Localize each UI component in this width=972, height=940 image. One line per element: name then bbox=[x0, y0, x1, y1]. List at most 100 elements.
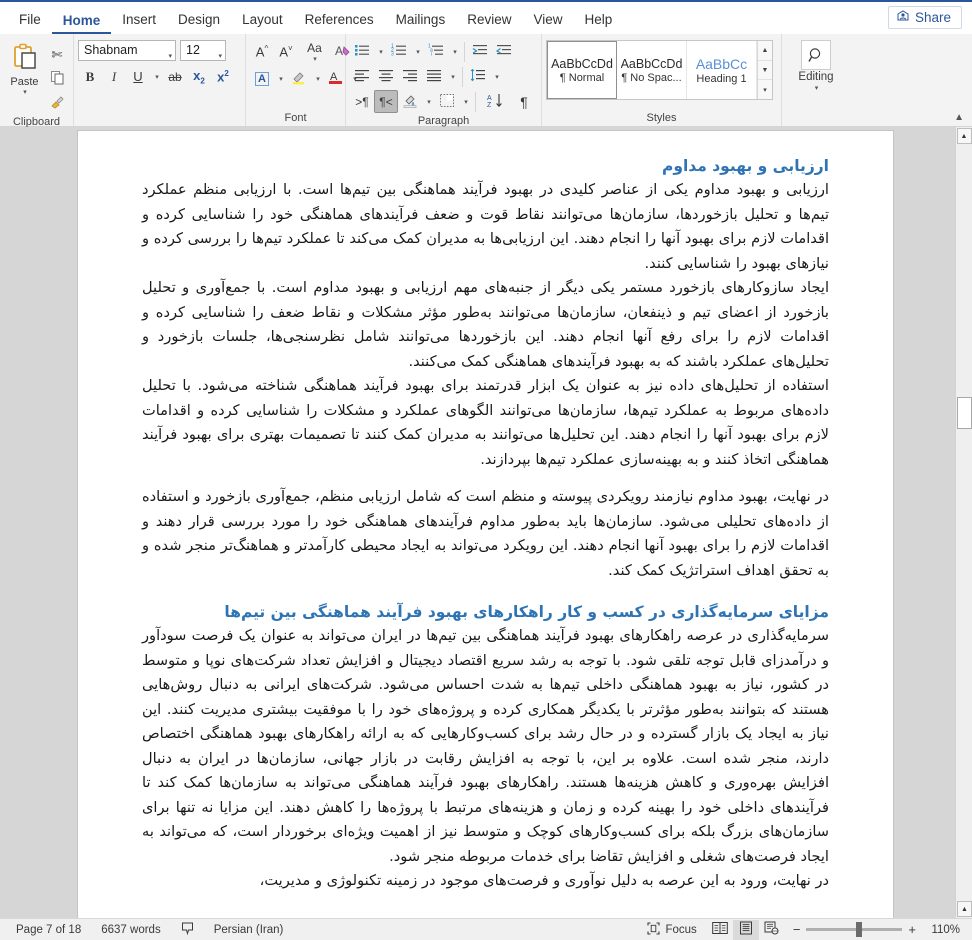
zoom-thumb[interactable] bbox=[856, 922, 863, 937]
borders-button[interactable] bbox=[435, 90, 459, 113]
tab-design[interactable]: Design bbox=[167, 8, 231, 34]
proofing-status[interactable] bbox=[171, 922, 204, 938]
increase-indent-button[interactable] bbox=[492, 40, 516, 63]
tab-insert[interactable]: Insert bbox=[111, 8, 167, 34]
styles-scroll-up-button[interactable]: ▲ bbox=[758, 41, 772, 61]
ribbon-group-font: Shabnam ▾ 12 ▾ B I U ▾ ab x2 x2 bbox=[74, 34, 246, 126]
tab-home[interactable]: Home bbox=[51, 9, 112, 34]
subscript-button[interactable]: x2 bbox=[187, 65, 211, 88]
align-center-button[interactable] bbox=[374, 65, 398, 88]
bullets-button[interactable] bbox=[350, 40, 374, 63]
divider bbox=[462, 66, 463, 87]
bold-button[interactable]: B bbox=[78, 65, 102, 88]
tab-layout[interactable]: Layout bbox=[231, 8, 294, 34]
strikethrough-button[interactable]: ab bbox=[163, 65, 187, 88]
page-indicator[interactable]: Page 7 of 18 bbox=[6, 924, 91, 936]
chevron-down-icon[interactable]: ▾ bbox=[23, 88, 27, 96]
tab-file[interactable]: File bbox=[8, 8, 52, 34]
paste-button[interactable]: Paste ▾ bbox=[4, 40, 45, 102]
zoom-level[interactable]: 110% bbox=[924, 924, 966, 936]
justify-options-button[interactable]: ▾ bbox=[446, 65, 459, 88]
tab-mailings[interactable]: Mailings bbox=[385, 8, 457, 34]
underline-button[interactable]: U bbox=[126, 65, 150, 88]
styles-more-button[interactable]: ▾ bbox=[758, 80, 772, 100]
borders-options-button[interactable]: ▾ bbox=[459, 90, 472, 113]
read-mode-button[interactable] bbox=[707, 920, 733, 940]
tab-review[interactable]: Review bbox=[456, 8, 522, 34]
tab-view[interactable]: View bbox=[522, 8, 573, 34]
style-heading-1[interactable]: AaBbCc Heading 1 bbox=[687, 41, 757, 99]
editing-button[interactable]: Editing ▾ bbox=[791, 40, 841, 100]
numbering-button[interactable]: 1 2 3 bbox=[387, 40, 411, 63]
underline-options-button[interactable]: ▾ bbox=[150, 65, 163, 88]
chevron-down-icon[interactable]: ▾ bbox=[815, 84, 819, 92]
word-count[interactable]: 6637 words bbox=[91, 924, 170, 936]
text-effects-icon: A bbox=[255, 71, 269, 86]
highlight-options-button[interactable]: ▾ bbox=[311, 67, 324, 90]
chevron-down-icon[interactable]: ▾ bbox=[168, 47, 172, 60]
vertical-scrollbar[interactable]: ▲ ▲ bbox=[955, 127, 972, 918]
zoom-in-button[interactable]: + bbox=[908, 922, 916, 937]
shading-options-button[interactable]: ▾ bbox=[422, 90, 435, 113]
scroll-down-button[interactable]: ▲ bbox=[957, 901, 972, 917]
italic-button[interactable]: I bbox=[102, 65, 126, 88]
language-indicator[interactable]: Persian (Iran) bbox=[204, 924, 294, 936]
scrollbar-thumb[interactable] bbox=[957, 397, 972, 429]
tab-help[interactable]: Help bbox=[574, 8, 624, 34]
cut-button[interactable]: ✄ bbox=[45, 43, 69, 66]
multilevel-list-button[interactable]: 1 a i bbox=[424, 40, 448, 63]
chevron-down-icon: ▾ bbox=[495, 73, 499, 81]
right-to-left-button[interactable]: ¶< bbox=[374, 90, 398, 113]
justify-button[interactable] bbox=[422, 65, 446, 88]
focus-button[interactable]: Focus bbox=[637, 921, 706, 938]
font-color-button[interactable]: A bbox=[324, 67, 348, 90]
align-right-button[interactable] bbox=[398, 65, 422, 88]
superscript-button[interactable]: x2 bbox=[211, 65, 235, 88]
align-left-button[interactable] bbox=[350, 65, 374, 88]
zoom-track[interactable] bbox=[806, 922, 903, 937]
bullets-options-button[interactable]: ▾ bbox=[374, 40, 387, 63]
chevron-down-icon[interactable]: ▾ bbox=[218, 47, 222, 66]
tab-references[interactable]: References bbox=[294, 8, 385, 34]
zoom-slider[interactable]: − + bbox=[785, 922, 924, 937]
font-name-input[interactable]: Shabnam ▾ bbox=[78, 40, 176, 61]
scroll-up-button[interactable]: ▲ bbox=[956, 128, 972, 144]
document-page[interactable]: ارزیابی و بهبود مداوم ارزیابی و بهبود مد… bbox=[78, 131, 893, 918]
more-styles-icon: ▾ bbox=[763, 86, 767, 94]
numbering-options-button[interactable]: ▾ bbox=[411, 40, 424, 63]
style-no-spacing[interactable]: AaBbCcDd ¶ No Spac... bbox=[617, 41, 687, 99]
left-to-right-button[interactable]: >¶ bbox=[350, 90, 374, 113]
collapse-ribbon-button[interactable]: ▲ bbox=[954, 112, 964, 123]
ribbon-group-editing: Editing ▾ bbox=[782, 34, 850, 126]
document-canvas[interactable]: ارزیابی و بهبود مداوم ارزیابی و بهبود مد… bbox=[0, 127, 972, 918]
show-formatting-marks-button[interactable]: ¶ bbox=[512, 90, 536, 113]
decrease-indent-button[interactable] bbox=[468, 40, 492, 63]
paragraph-5: سرمایه‌گذاری در عرصه راهکارهای بهبود فرآ… bbox=[142, 627, 829, 865]
font-size-input[interactable]: 12 ▾ bbox=[180, 40, 226, 61]
line-spacing-options-button[interactable]: ▾ bbox=[490, 65, 503, 88]
share-button[interactable]: Share bbox=[887, 6, 962, 29]
print-layout-button[interactable] bbox=[732, 919, 759, 940]
format-painter-button[interactable] bbox=[45, 91, 69, 114]
web-layout-button[interactable] bbox=[759, 920, 785, 940]
style-normal[interactable]: AaBbCcDd ¶ Normal bbox=[547, 41, 617, 99]
text-effects-button[interactable]: A bbox=[250, 67, 274, 90]
text-highlight-button[interactable] bbox=[287, 67, 311, 90]
font-group-label-spacer bbox=[78, 110, 241, 126]
text-effects-options-button[interactable]: ▾ bbox=[274, 67, 287, 90]
change-case-button[interactable]: Aa ▾ bbox=[298, 40, 331, 63]
chevron-down-icon: ▾ bbox=[316, 75, 320, 83]
line-spacing-button[interactable] bbox=[466, 65, 490, 88]
shading-button[interactable] bbox=[398, 90, 422, 113]
style-preview: AaBbCcDd bbox=[620, 56, 683, 71]
svg-text:3: 3 bbox=[391, 52, 394, 58]
sort-button[interactable]: A Z bbox=[479, 90, 512, 113]
shrink-font-button[interactable]: A˅ bbox=[274, 40, 298, 63]
grow-font-button[interactable]: A^ bbox=[250, 40, 274, 63]
copy-button[interactable] bbox=[45, 67, 69, 90]
multilevel-options-button[interactable]: ▾ bbox=[448, 40, 461, 63]
styles-scrollbar[interactable]: ▲ ▼ ▾ bbox=[757, 41, 772, 100]
chevron-down-icon: ▾ bbox=[155, 73, 159, 81]
zoom-out-button[interactable]: − bbox=[793, 922, 801, 937]
styles-scroll-down-button[interactable]: ▼ bbox=[758, 60, 772, 81]
